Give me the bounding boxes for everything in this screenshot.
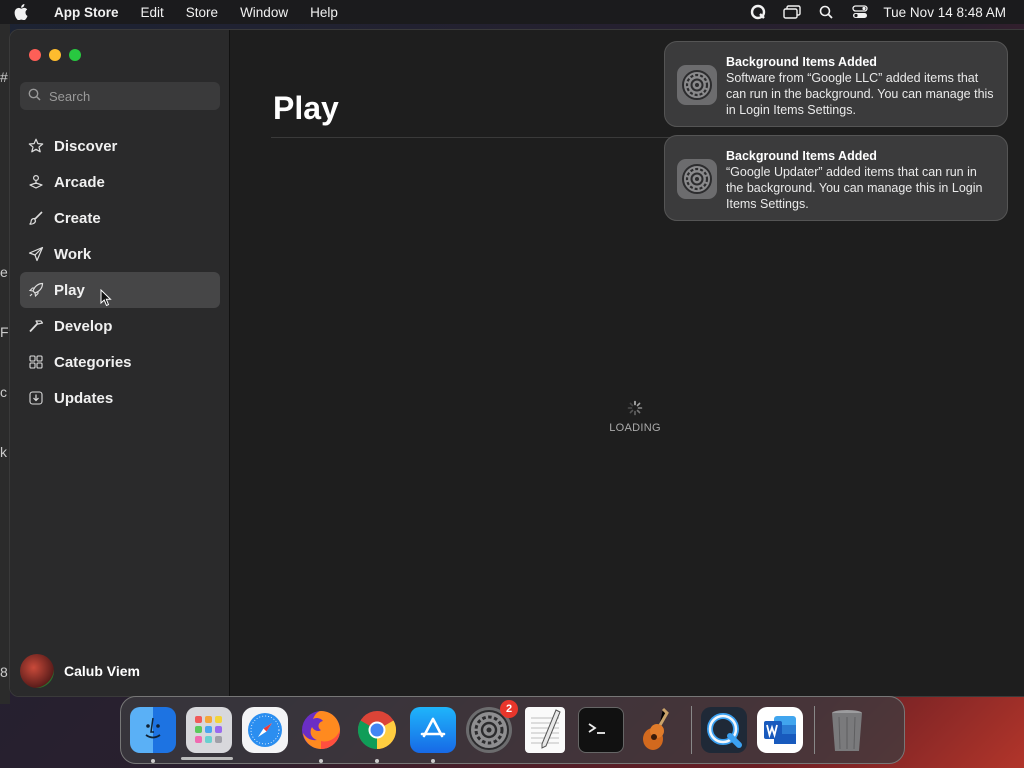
- quicktime-icon[interactable]: [701, 707, 747, 753]
- menu-edit[interactable]: Edit: [130, 5, 175, 20]
- menu-help[interactable]: Help: [299, 5, 349, 20]
- sidebar-item-categories[interactable]: Categories: [20, 344, 220, 380]
- user-name: Calub Viem: [64, 663, 140, 679]
- bg-fragment: e: [0, 264, 8, 280]
- sidebar-item-play[interactable]: Play: [20, 272, 220, 308]
- quicktime-status-icon[interactable]: [741, 0, 775, 24]
- app-store-window: Discover Arcade Create Work: [9, 29, 1024, 697]
- sidebar-item-label: Arcade: [54, 173, 105, 191]
- dock-separator: [814, 706, 815, 754]
- running-indicator: [375, 759, 379, 763]
- menubar-clock[interactable]: Tue Nov 14 8:48 AM: [883, 5, 1006, 20]
- notification-body: Software from “Google LLC” added items t…: [726, 71, 994, 117]
- microsoft-word-icon[interactable]: [757, 707, 803, 753]
- sidebar-item-updates[interactable]: Updates: [20, 380, 220, 416]
- bg-fragment: k: [0, 444, 7, 460]
- sidebar-item-label: Discover: [54, 137, 118, 155]
- launchpad-icon[interactable]: [186, 707, 232, 753]
- search-icon: [28, 88, 41, 104]
- menu-app-name[interactable]: App Store: [44, 5, 130, 20]
- loading-text: LOADING: [609, 422, 661, 434]
- screen-mirroring-icon[interactable]: [775, 0, 809, 24]
- download-icon: [27, 389, 45, 407]
- sidebar-item-discover[interactable]: Discover: [20, 128, 220, 164]
- notification-card[interactable]: Background Items Added “Google Updater” …: [664, 135, 1008, 221]
- firefox-icon[interactable]: [298, 707, 344, 763]
- avatar: [20, 654, 54, 688]
- control-center-icon[interactable]: [843, 0, 877, 24]
- search-input[interactable]: [49, 88, 209, 104]
- system-settings-icon[interactable]: 2: [466, 700, 518, 753]
- system-settings-gear-icon: [677, 159, 717, 199]
- sidebar-item-create[interactable]: Create: [20, 200, 220, 236]
- notification-badge: 2: [500, 700, 518, 718]
- system-settings-gear-icon: [677, 65, 717, 105]
- sidebar: Discover Arcade Create Work: [10, 30, 230, 696]
- notification-title: Background Items Added: [726, 55, 877, 69]
- sidebar-item-label: Create: [54, 209, 101, 227]
- sidebar-item-arcade[interactable]: Arcade: [20, 164, 220, 200]
- spinner-icon: [627, 400, 643, 416]
- bg-fragment: 8: [0, 664, 8, 680]
- sidebar-item-work[interactable]: Work: [20, 236, 220, 272]
- spotlight-search-icon[interactable]: [809, 0, 843, 24]
- close-window-button[interactable]: [29, 49, 41, 61]
- dock-separator: [691, 706, 692, 754]
- apple-menu-icon[interactable]: [14, 4, 44, 20]
- menu-bar: App Store Edit Store Window Help Tue Nov…: [0, 0, 1024, 24]
- trash-icon[interactable]: [824, 707, 870, 753]
- running-indicator: [431, 759, 435, 763]
- finder-icon[interactable]: [130, 707, 176, 763]
- sidebar-item-label: Categories: [54, 353, 132, 371]
- sidebar-item-label: Work: [54, 245, 92, 263]
- running-indicator: [151, 759, 155, 763]
- star-icon: [27, 137, 45, 155]
- window-controls: [29, 49, 81, 61]
- page-title: Play: [273, 90, 339, 126]
- notification-card[interactable]: Background Items Added Software from “Go…: [664, 41, 1008, 127]
- mouse-pointer-icon: [100, 288, 112, 312]
- bg-fragment: #: [0, 69, 8, 85]
- terminal-icon[interactable]: [578, 707, 624, 753]
- sidebar-item-label: Play: [54, 281, 85, 299]
- joystick-icon: [27, 173, 45, 191]
- garageband-icon[interactable]: [634, 707, 680, 753]
- grid-icon: [27, 353, 45, 371]
- loading-indicator: LOADING: [605, 400, 665, 434]
- search-field[interactable]: [20, 82, 220, 110]
- sidebar-item-label: Updates: [54, 389, 114, 407]
- sidebar-item-label: Develop: [54, 317, 113, 335]
- textedit-icon[interactable]: [525, 707, 565, 753]
- sidebar-nav: Discover Arcade Create Work Play Develop…: [20, 128, 220, 416]
- main-content: Play LOADING: [230, 30, 1024, 696]
- running-indicator: [319, 759, 323, 763]
- bg-fragment: c: [0, 384, 7, 400]
- dock-magnification-indicator: [181, 757, 233, 760]
- paintbrush-icon: [27, 209, 45, 227]
- minimize-window-button[interactable]: [49, 49, 61, 61]
- app-store-icon[interactable]: [410, 707, 456, 763]
- safari-icon[interactable]: [242, 707, 288, 753]
- menu-window[interactable]: Window: [229, 5, 299, 20]
- rocket-icon: [27, 281, 45, 299]
- notification-title: Background Items Added: [726, 149, 877, 163]
- paperplane-icon: [27, 245, 45, 263]
- menu-store[interactable]: Store: [175, 5, 229, 20]
- chrome-icon[interactable]: [354, 707, 400, 763]
- hammer-icon: [27, 317, 45, 335]
- account-button[interactable]: Calub Viem: [20, 654, 140, 688]
- notification-body: “Google Updater” added items that can ru…: [726, 165, 983, 211]
- sidebar-item-develop[interactable]: Develop: [20, 308, 220, 344]
- dock: 2: [120, 696, 905, 764]
- zoom-window-button[interactable]: [69, 49, 81, 61]
